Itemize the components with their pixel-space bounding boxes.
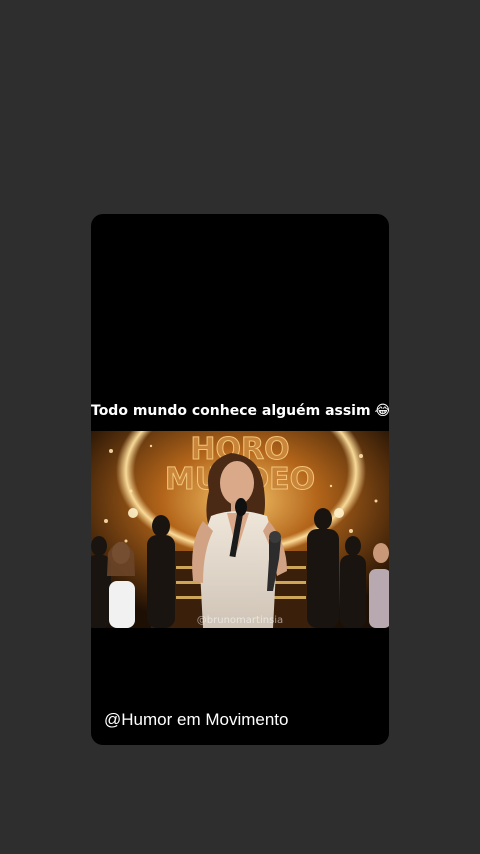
story-screen: Todo mundo conhece alguém assim 😂 HORO @… (0, 0, 480, 854)
laughing-emoji-icon: 😂 (374, 403, 389, 419)
story-caption: Todo mundo conhece alguém assim 😂 (91, 403, 389, 419)
video-frame[interactable]: HORO MUNDEO (91, 431, 389, 628)
award-show-scene: HORO MUNDEO (91, 431, 389, 628)
story-card[interactable]: Todo mundo conhece alguém assim 😂 HORO @… (91, 214, 389, 745)
video-watermark: @brunomartinsia (196, 615, 284, 626)
account-handle[interactable]: @Humor em Movimento (104, 710, 288, 730)
caption-text: Todo mundo conhece alguém assim (91, 403, 371, 419)
